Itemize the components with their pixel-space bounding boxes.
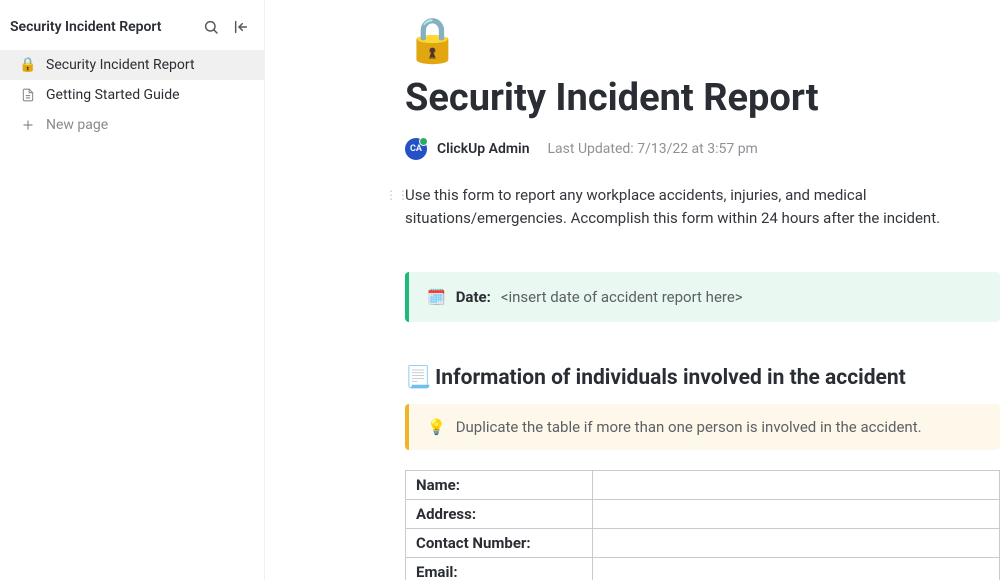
table-label: Address: — [406, 500, 593, 529]
author-avatar[interactable]: CA — [405, 138, 427, 160]
sidebar: Security Incident Report 🔒 Security Inci… — [0, 0, 265, 580]
page-icon-emoji: 📃 — [405, 366, 431, 390]
lightbulb-icon: 💡 — [427, 418, 446, 436]
date-callout[interactable]: 🗓️ Date: <insert date of accident report… — [405, 272, 1000, 322]
sidebar-item-label: Getting Started Guide — [46, 87, 180, 103]
section-heading-individuals[interactable]: 📃Information of individuals involved in … — [405, 366, 1000, 390]
page-icon[interactable]: 🔒 — [405, 18, 460, 62]
last-updated: Last Updated: 7/13/22 at 3:57 pm — [548, 141, 758, 157]
sidebar-header-icons — [202, 18, 250, 36]
intro-block[interactable]: ⋮⋮ Use this form to report any workplace… — [405, 184, 1000, 231]
page-title[interactable]: Security Incident Report — [405, 76, 1000, 122]
main-content: 🔒 Security Incident Report CA ClickUp Ad… — [265, 0, 1000, 580]
hint-text: Duplicate the table if more than one per… — [456, 418, 922, 436]
table-value[interactable] — [592, 471, 999, 500]
sidebar-item-label: Security Incident Report — [46, 57, 195, 73]
table-row: Name: — [406, 471, 1000, 500]
hint-callout[interactable]: 💡 Duplicate the table if more than one p… — [405, 404, 1000, 450]
document-icon — [20, 88, 36, 102]
table-label: Name: — [406, 471, 593, 500]
author-name: ClickUp Admin — [437, 141, 530, 157]
drag-handle-icon[interactable]: ⋮⋮ — [385, 188, 409, 202]
intro-text[interactable]: Use this form to report any workplace ac… — [405, 184, 1000, 231]
sidebar-items: 🔒 Security Incident Report Getting Start… — [0, 50, 264, 140]
table-value[interactable] — [592, 529, 999, 558]
sidebar-header: Security Incident Report — [0, 14, 264, 50]
individuals-table[interactable]: Name: Address: Contact Number: Email: De… — [405, 470, 1000, 580]
sidebar-title: Security Incident Report — [10, 19, 162, 35]
date-placeholder[interactable]: <insert date of accident report here> — [501, 288, 743, 306]
sidebar-item-getting-started-guide[interactable]: Getting Started Guide — [0, 80, 264, 110]
table-value[interactable] — [592, 558, 999, 580]
sidebar-item-label: New page — [46, 117, 108, 133]
table-row: Address: — [406, 500, 1000, 529]
sidebar-item-security-incident-report[interactable]: 🔒 Security Incident Report — [0, 50, 264, 80]
table-row: Contact Number: — [406, 529, 1000, 558]
page-meta: CA ClickUp Admin Last Updated: 7/13/22 a… — [405, 138, 1000, 160]
table-label: Contact Number: — [406, 529, 593, 558]
search-icon[interactable] — [202, 18, 220, 36]
lock-icon: 🔒 — [20, 57, 36, 73]
collapse-sidebar-icon[interactable] — [232, 18, 250, 36]
calendar-icon: 🗓️ — [427, 288, 446, 306]
document-content: 🔒 Security Incident Report CA ClickUp Ad… — [405, 0, 1000, 580]
plus-icon — [20, 118, 36, 132]
date-label: Date: — [456, 288, 491, 306]
table-label: Email: — [406, 558, 593, 580]
sidebar-item-new-page[interactable]: New page — [0, 110, 264, 140]
table-row: Email: — [406, 558, 1000, 580]
table-value[interactable] — [592, 500, 999, 529]
